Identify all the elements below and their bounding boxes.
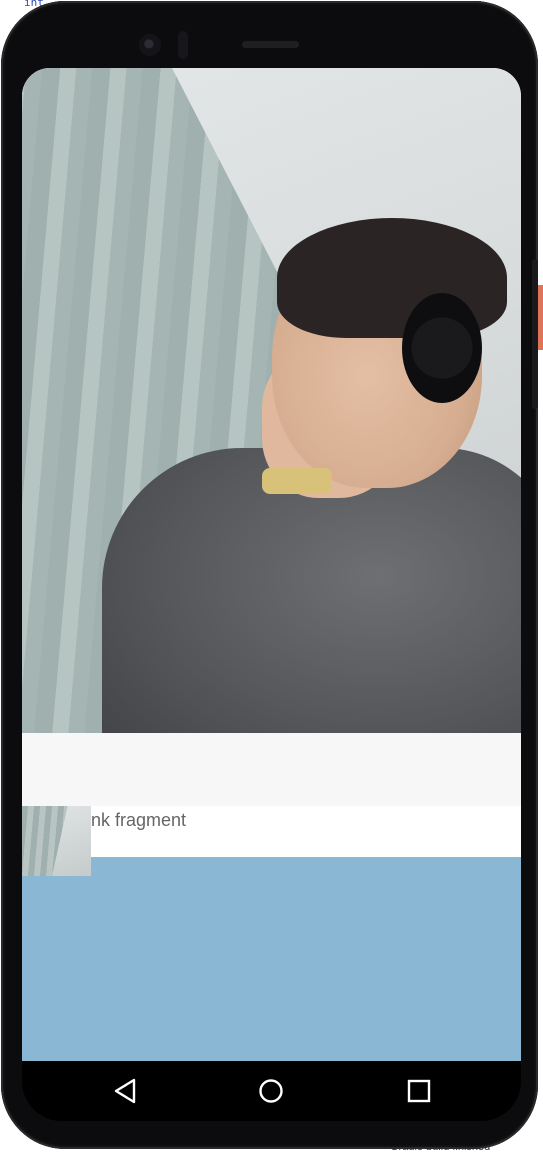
camera-video-view[interactable]	[22, 68, 521, 733]
system-navigation-bar	[22, 1061, 521, 1121]
recents-icon	[407, 1079, 431, 1103]
device-screen: nk fragment	[22, 68, 521, 1121]
home-icon	[259, 1079, 283, 1103]
local-preview-thumbnail[interactable]	[22, 806, 91, 876]
recents-button[interactable]	[399, 1071, 439, 1111]
toolbar-area	[22, 733, 521, 806]
earpiece-speaker	[242, 41, 299, 48]
back-button[interactable]	[105, 1071, 145, 1111]
phone-emulator-frame: nk fragment	[1, 1, 538, 1149]
fragment-container	[22, 857, 521, 1061]
fragment-row: nk fragment	[22, 806, 521, 857]
front-camera	[139, 34, 161, 56]
ide-background-accent	[538, 285, 543, 350]
proximity-sensor	[178, 31, 188, 59]
video-headphone	[402, 293, 482, 403]
fragment-label: nk fragment	[91, 810, 187, 830]
video-watch	[262, 468, 332, 494]
power-button	[532, 259, 538, 409]
back-icon	[114, 1078, 136, 1104]
home-button[interactable]	[251, 1071, 291, 1111]
